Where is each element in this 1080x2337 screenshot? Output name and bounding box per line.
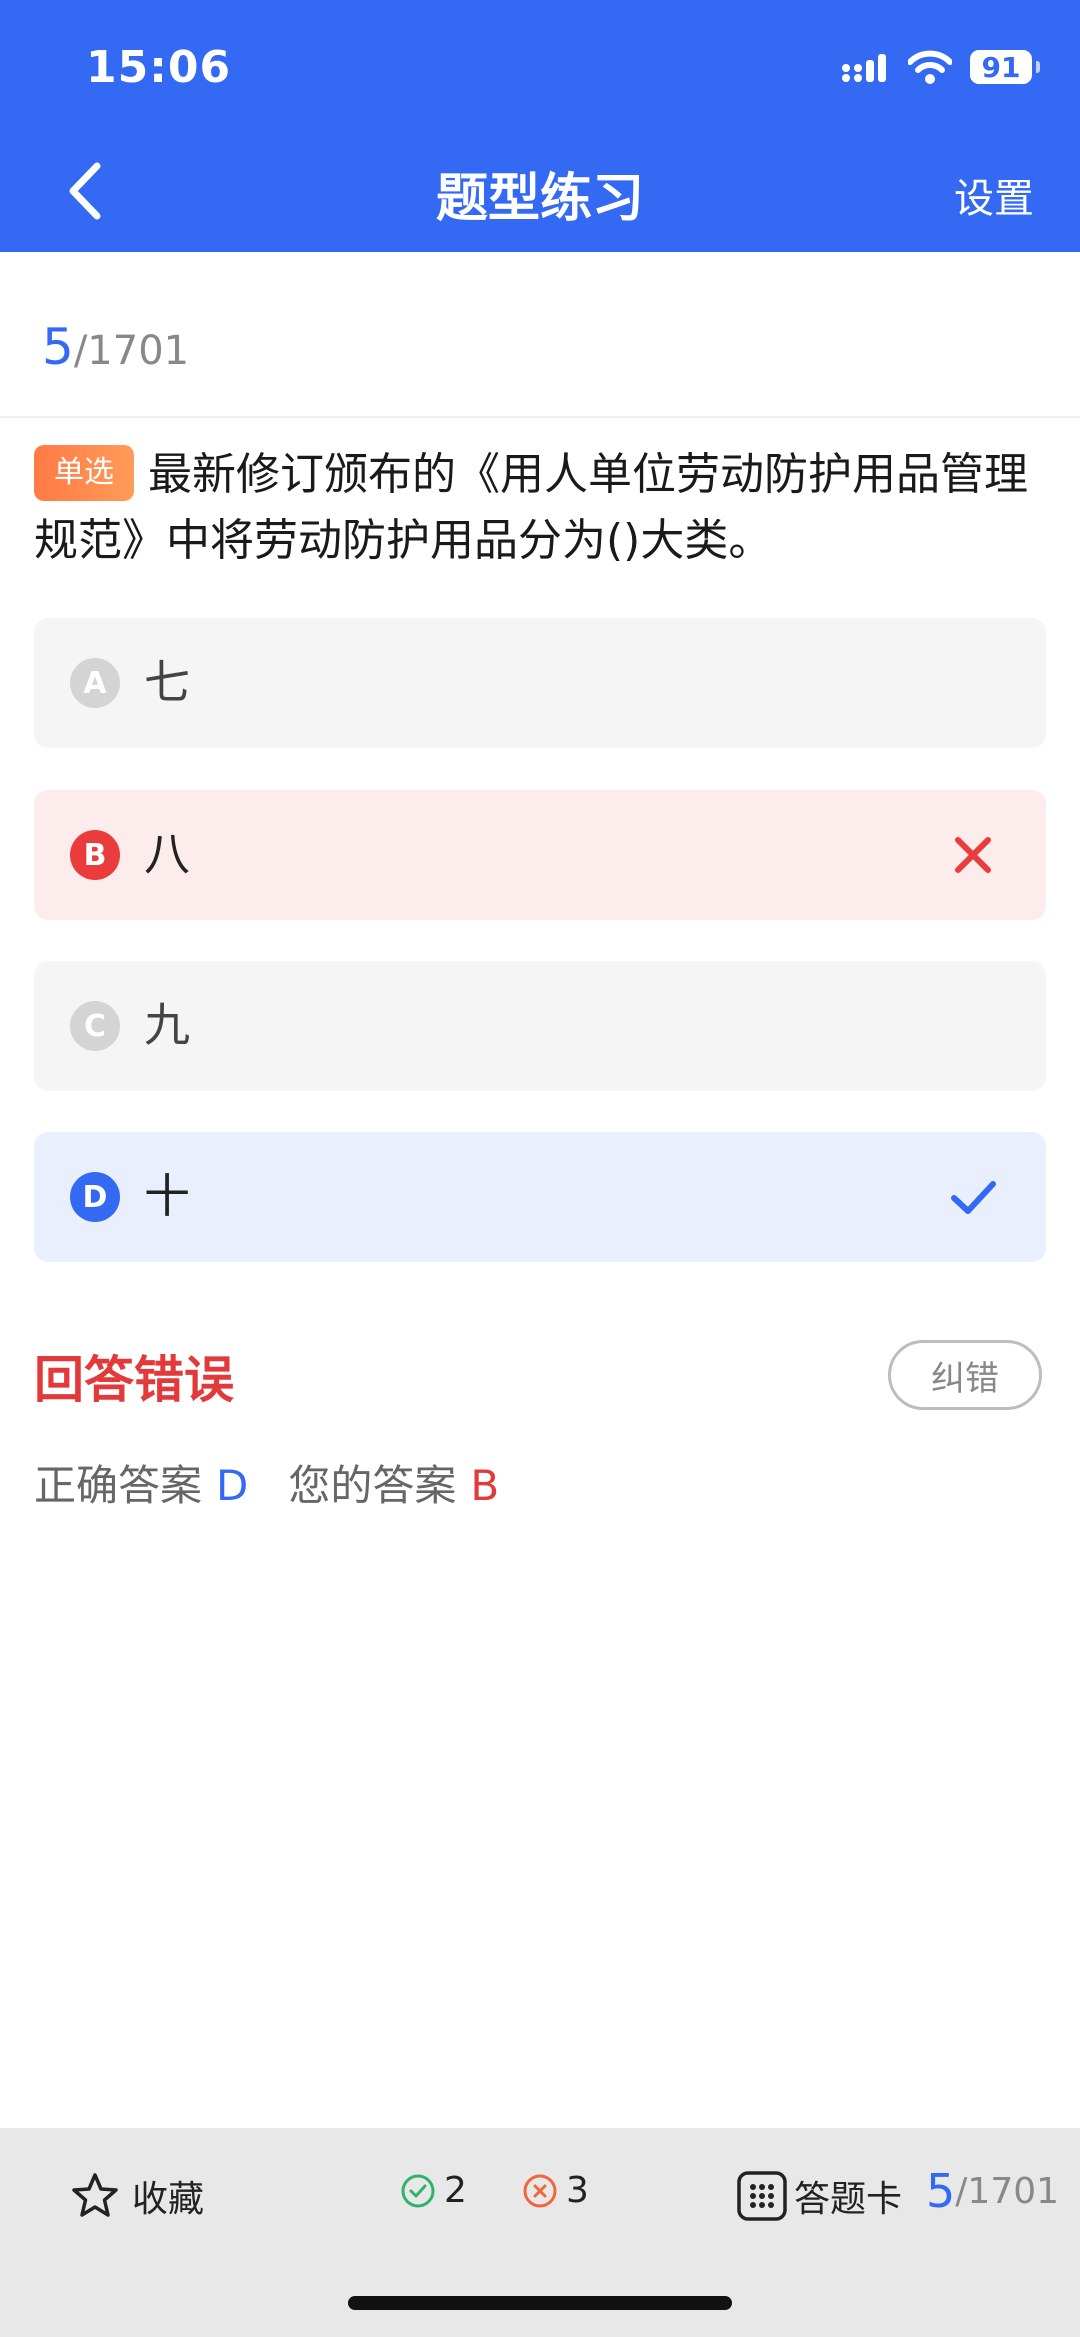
close-icon [955,837,991,873]
wrong-count: 3 [522,2170,589,2211]
option-letter: D [70,1172,120,1222]
option-letter: C [70,1001,120,1051]
favorite-label: 收藏 [132,2179,205,2220]
page-title: 题型练习 [435,169,644,229]
grid-icon [737,2171,787,2221]
option-a[interactable]: A 七 [34,618,1046,748]
wifi-icon [908,50,952,84]
correct-count: 2 [400,2170,467,2211]
option-text: 十 [144,1169,190,1223]
progress-total: /1701 [73,328,190,374]
battery-level: 91 [981,50,1021,84]
bottom-progress-current: 5 [926,2164,956,2218]
result-title: 回答错误 [34,1351,234,1409]
option-letter: B [70,830,120,880]
question-stem: 单选 最新修订颁布的《用人单位劳动防护用品管理规范》中将劳动防护用品分为()大类。 [34,442,1044,574]
star-icon [72,2173,118,2217]
option-c[interactable]: C 九 [34,961,1046,1091]
question-progress: 5/1701 [42,318,189,376]
progress-current: 5 [42,318,74,376]
app-header: 15:06 91 题型练习 设置 [0,0,1080,252]
option-text: 七 [144,655,190,709]
status-icons: 91 [842,44,1040,90]
correct-count-value: 2 [444,2170,467,2211]
x-circle-icon [523,2174,557,2207]
user-answer-value: B [470,1461,500,1510]
check-circle-icon [401,2174,435,2207]
user-answer-label: 您的答案 [288,1461,457,1510]
option-text: 九 [144,998,190,1052]
option-d[interactable]: D 十 [34,1132,1046,1262]
settings-button[interactable]: 设置 [954,166,1034,224]
correct-answer-label: 正确答案 [34,1461,203,1510]
answer-summary: 正确答案 D 您的答案 B [34,1452,499,1513]
option-letter: A [70,658,120,708]
bottom-progress: 5/1701 [926,2164,1059,2218]
wrong-count-value: 3 [566,2170,589,2211]
report-error-label: 纠错 [931,1358,999,1399]
answer-card-label: 答题卡 [794,2179,903,2220]
home-indicator [348,2296,732,2310]
option-text: 八 [144,827,190,881]
bottom-progress-total: /1701 [955,2170,1060,2212]
favorite-button[interactable]: 收藏 [70,2170,204,2222]
signal-icon [842,54,886,82]
check-icon [951,1181,996,1214]
question-type-tag: 单选 [34,445,134,501]
answer-card-button[interactable]: 答题卡 [736,2170,902,2222]
status-time: 15:06 [86,42,232,93]
question-text: 最新修订颁布的《用人单位劳动防护用品管理规范》中将劳动防护用品分为()大类。 [34,449,1028,566]
option-b[interactable]: B 八 [34,790,1046,920]
divider [0,416,1080,418]
report-error-button[interactable]: 纠错 [888,1340,1042,1410]
correct-answer-value: D [216,1461,249,1510]
battery-icon: 91 [970,50,1040,84]
